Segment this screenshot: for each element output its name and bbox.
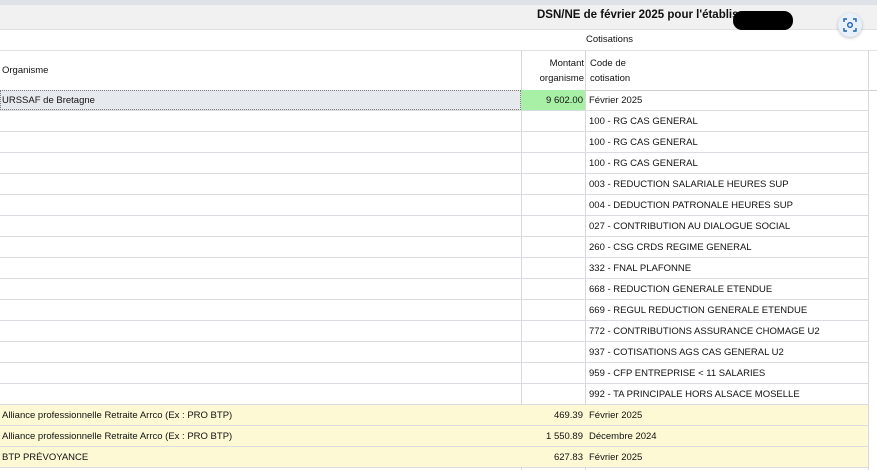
column-header-code: Code de cotisation xyxy=(590,56,630,86)
table-row[interactable]: 992 - TA PRINCIPALE HORS ALSACE MOSELLE xyxy=(0,384,868,405)
column-header-organisme: Organisme xyxy=(2,65,49,76)
cell-montant xyxy=(521,342,585,362)
cell-montant xyxy=(521,363,585,383)
cell-montant xyxy=(521,237,585,257)
cell-code-cotisation: 100 - RG CAS GENERAL xyxy=(589,137,698,148)
section-header-row: Cotisations xyxy=(0,29,877,51)
table-row[interactable]: 100 - RG CAS GENERAL xyxy=(0,153,868,174)
cell-code-cotisation: 260 - CSG CRDS REGIME GENERAL xyxy=(589,242,752,253)
cell-montant: 627.83 xyxy=(553,452,583,463)
cell-code-cotisation: 004 - DEDUCTION PATRONALE HEURES SUP xyxy=(589,200,793,211)
cell-montant xyxy=(521,216,585,236)
cell-organisme: Alliance professionnelle Retraite Arrco … xyxy=(2,410,233,421)
cell-organisme: BTP PRÉVOYANCE xyxy=(2,452,89,463)
table-row[interactable]: URSSAF de Bretagne 9 602.00 Février 2025 xyxy=(0,90,868,111)
section-title: Cotisations xyxy=(586,34,633,45)
table-row[interactable]: 003 - REDUCTION SALARIALE HEURES SUP xyxy=(0,174,868,195)
cell-montant xyxy=(521,132,585,152)
table-row[interactable]: BTP PRÉVOYANCE 627.83 Février 2025 xyxy=(0,447,868,468)
cell-code-cotisation: Février 2025 xyxy=(589,95,643,106)
cell-code-cotisation: 772 - CONTRIBUTIONS ASSURANCE CHOMAGE U2 xyxy=(589,326,820,337)
table-row[interactable]: 332 - FNAL PLAFONNE xyxy=(0,258,868,279)
column-header-montant-line2: organisme xyxy=(539,73,584,84)
cell-code-cotisation: 003 - REDUCTION SALARIALE HEURES SUP xyxy=(589,179,789,190)
cell-organisme: Alliance professionnelle Retraite Arrco … xyxy=(2,431,233,442)
cell-montant: 9 602.00 xyxy=(521,90,585,110)
table-row[interactable]: Alliance professionnelle Retraite Arrco … xyxy=(0,405,868,426)
cell-code-cotisation: 668 - REDUCTION GENERALE ETENDUE xyxy=(589,284,773,295)
table-row[interactable]: 100 - RG CAS GENERAL xyxy=(0,132,868,153)
column-header-code-line1: Code de xyxy=(590,58,626,69)
cell-montant xyxy=(521,384,585,404)
table-row[interactable]: 100 - RG CAS GENERAL xyxy=(0,111,868,132)
cell-montant xyxy=(521,300,585,320)
cell-code-cotisation: 937 - COTISATIONS AGS CAS GENERAL U2 xyxy=(589,347,784,358)
table-row[interactable]: Alliance professionnelle Retraite Arrco … xyxy=(0,426,868,447)
cell-code-cotisation: Février 2025 xyxy=(589,452,643,463)
cell-montant xyxy=(521,111,585,131)
cell-montant: 469.39 xyxy=(553,410,583,421)
cell-montant xyxy=(521,279,585,299)
cell-montant xyxy=(521,258,585,278)
column-header-montant-line1: Montant xyxy=(549,58,584,69)
cell-code-cotisation: Février 2025 xyxy=(589,410,643,421)
cell-code-cotisation: 669 - REGUL REDUCTION GENERALE ETENDUE xyxy=(589,305,808,316)
report-title-row: DSN/NE de février 2025 pour l'établissem… xyxy=(0,5,877,37)
table-row[interactable]: 959 - CFP ENTREPRISE < 11 SALARIES xyxy=(0,363,868,384)
cell-montant xyxy=(521,174,585,194)
column-header-code-line2: cotisation xyxy=(590,73,631,84)
cell-code-cotisation: 992 - TA PRINCIPALE HORS ALSACE MOSELLE xyxy=(589,389,800,400)
table-row[interactable]: 669 - REGUL REDUCTION GENERALE ETENDUE xyxy=(0,300,868,321)
cell-code-cotisation: 332 - FNAL PLAFONNE xyxy=(589,263,692,274)
table-row[interactable]: 772 - CONTRIBUTIONS ASSURANCE CHOMAGE U2 xyxy=(0,321,868,342)
cell-montant xyxy=(521,153,585,173)
cell-code-cotisation: 100 - RG CAS GENERAL xyxy=(589,116,698,127)
table-row[interactable]: 260 - CSG CRDS REGIME GENERAL xyxy=(0,237,868,258)
table-row[interactable]: 937 - COTISATIONS AGS CAS GENERAL U2 xyxy=(0,342,868,363)
column-divider xyxy=(868,50,869,470)
column-header-row: Organisme Montant organisme Code de coti… xyxy=(0,50,877,91)
cell-code-cotisation: 027 - CONTRIBUTION AU DIALOGUE SOCIAL xyxy=(589,221,791,232)
column-header-montant: Montant organisme xyxy=(522,56,584,86)
table-row[interactable]: 668 - REDUCTION GENERALE ETENDUE xyxy=(0,279,868,300)
cell-code-cotisation: 100 - RG CAS GENERAL xyxy=(589,158,698,169)
cell-montant xyxy=(521,321,585,341)
cell-code-cotisation: Décembre 2024 xyxy=(589,431,657,442)
cell-montant xyxy=(521,195,585,215)
redacted-establishment-name xyxy=(733,11,793,30)
table-row[interactable]: 027 - CONTRIBUTION AU DIALOGUE SOCIAL xyxy=(0,216,868,237)
cell-organisme: URSSAF de Bretagne xyxy=(2,95,95,106)
table-row[interactable]: 004 - DEDUCTION PATRONALE HEURES SUP xyxy=(0,195,868,216)
cell-code-cotisation: 959 - CFP ENTREPRISE < 11 SALARIES xyxy=(589,368,766,379)
cell-montant: 1 550.89 xyxy=(546,431,583,442)
